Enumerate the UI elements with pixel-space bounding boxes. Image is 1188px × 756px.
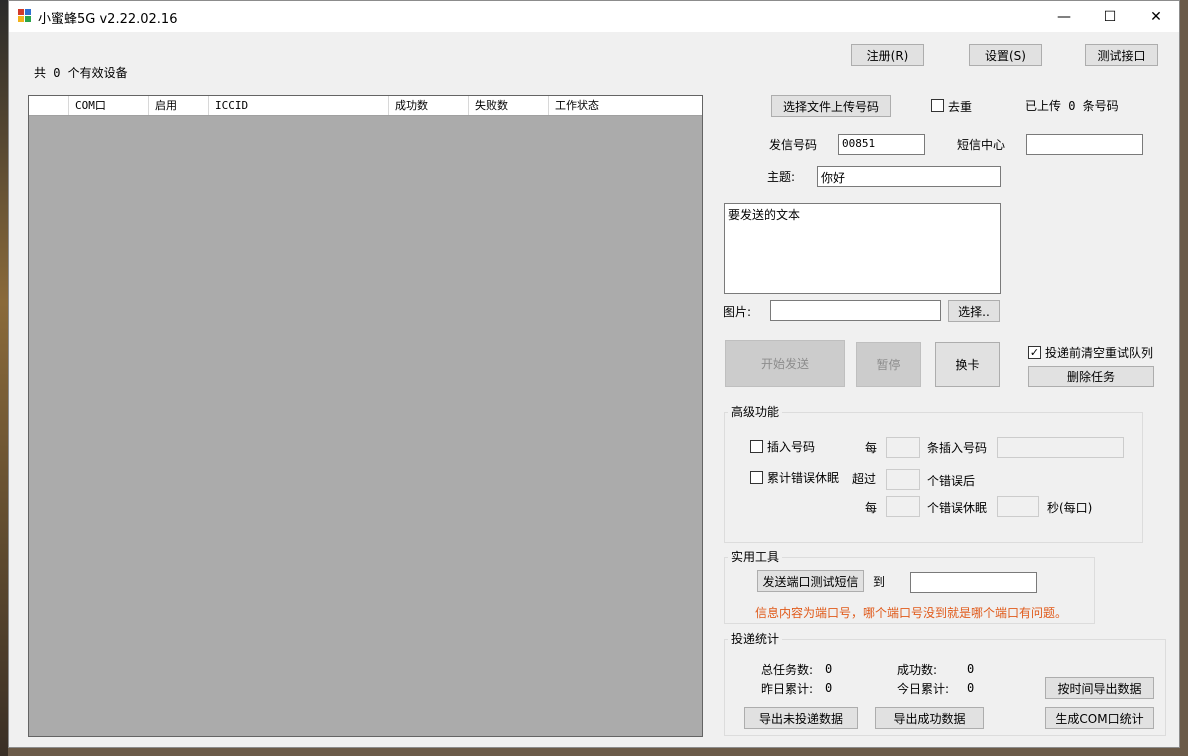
- exceed-label: 超过: [852, 472, 877, 486]
- choose-image-button[interactable]: 选择..: [948, 300, 1000, 322]
- total-tasks-label: 总任务数:: [761, 663, 814, 677]
- sender-number-input[interactable]: 00851: [838, 134, 925, 155]
- today-value: 0: [967, 681, 975, 695]
- clear-queue-checkbox[interactable]: ✓: [1028, 346, 1041, 359]
- uploaded-status: 已上传 0 条号码: [1025, 99, 1119, 113]
- delete-task-button[interactable]: 删除任务: [1028, 366, 1154, 387]
- yesterday-value: 0: [825, 681, 833, 695]
- sleep-seconds-input[interactable]: [997, 496, 1039, 517]
- minimize-button[interactable]: —: [1041, 1, 1087, 32]
- grid-col-com[interactable]: COM口: [69, 96, 149, 115]
- switch-card-button[interactable]: 换卡: [935, 342, 1000, 387]
- error-sleep-checkbox[interactable]: [750, 471, 763, 484]
- test-target-input[interactable]: [910, 572, 1037, 593]
- success-count-value: 0: [967, 662, 975, 676]
- register-button[interactable]: 注册(R): [851, 44, 924, 66]
- device-grid[interactable]: COM口 启用 ICCID 成功数 失败数 工作状态: [28, 95, 703, 737]
- upload-numbers-button[interactable]: 选择文件上传号码: [771, 95, 891, 117]
- exceed-errors-input[interactable]: [886, 469, 920, 490]
- grid-col-status[interactable]: 工作状态: [549, 96, 702, 115]
- after-errors-label: 个错误后: [927, 474, 976, 488]
- export-undelivered-button[interactable]: 导出未投递数据: [744, 707, 858, 729]
- insert-number-input[interactable]: [997, 437, 1124, 458]
- settings-button[interactable]: 设置(S): [969, 44, 1042, 66]
- generate-com-stats-button[interactable]: 生成COM口统计: [1045, 707, 1154, 729]
- error-sleep-label: 累计错误休眠: [767, 471, 840, 485]
- sms-center-label: 短信中心: [957, 138, 1006, 152]
- check-icon: ✓: [1029, 346, 1040, 359]
- stats-title: 投递统计: [728, 630, 783, 647]
- test-api-button[interactable]: 测试接口: [1085, 44, 1158, 66]
- every2-label: 每: [865, 501, 878, 515]
- sms-center-input[interactable]: [1026, 134, 1143, 155]
- yesterday-label: 昨日累计:: [761, 682, 814, 696]
- image-path-input[interactable]: [770, 300, 941, 321]
- clear-queue-label: 投递前清空重试队列: [1045, 346, 1154, 360]
- app-window: 小蜜蜂5G v2.22.02.16 — ☐ ✕ 注册(R) 设置(S) 测试接口…: [8, 0, 1180, 748]
- insert-interval-input[interactable]: [886, 437, 920, 458]
- desktop-background: [0, 0, 8, 756]
- sender-label: 发信号码: [769, 138, 818, 152]
- grid-col-iccid[interactable]: ICCID: [209, 96, 389, 115]
- grid-col-select[interactable]: [29, 96, 69, 115]
- message-textarea[interactable]: 要发送的文本: [724, 203, 1001, 294]
- subject-input[interactable]: 你好: [817, 166, 1001, 187]
- export-by-time-button[interactable]: 按时间导出数据: [1045, 677, 1154, 699]
- dedupe-checkbox[interactable]: [931, 99, 944, 112]
- window-title: 小蜜蜂5G v2.22.02.16: [38, 12, 178, 27]
- seconds-label: 秒(每口): [1047, 501, 1093, 515]
- maximize-button[interactable]: ☐: [1087, 1, 1133, 32]
- errors-sleep-label: 个错误休眠: [927, 501, 988, 515]
- tools-hint: 信息内容为端口号，哪个端口号没到就是哪个端口有问题。: [755, 606, 1068, 620]
- insert-after-label: 条插入号码: [927, 441, 988, 455]
- image-label: 图片:: [723, 305, 752, 319]
- every-label: 每: [865, 441, 878, 455]
- pause-button[interactable]: 暂停: [856, 342, 921, 387]
- total-tasks-value: 0: [825, 662, 833, 676]
- title-bar: 小蜜蜂5G v2.22.02.16 — ☐ ✕: [9, 1, 1179, 32]
- grid-col-fail[interactable]: 失败数: [469, 96, 549, 115]
- grid-header: COM口 启用 ICCID 成功数 失败数 工作状态: [29, 96, 702, 116]
- close-button[interactable]: ✕: [1133, 1, 1179, 32]
- subject-label: 主题:: [767, 170, 796, 184]
- advanced-title: 高级功能: [728, 403, 783, 420]
- sleep-errors-input[interactable]: [886, 496, 920, 517]
- success-count-label: 成功数:: [897, 663, 938, 677]
- insert-number-checkbox[interactable]: [750, 440, 763, 453]
- grid-col-success[interactable]: 成功数: [389, 96, 469, 115]
- send-test-sms-button[interactable]: 发送端口测试短信: [757, 570, 864, 592]
- export-success-button[interactable]: 导出成功数据: [875, 707, 984, 729]
- today-label: 今日累计:: [897, 682, 950, 696]
- start-send-button[interactable]: 开始发送: [725, 340, 845, 387]
- dedupe-label: 去重: [948, 100, 973, 114]
- app-icon: [18, 9, 32, 23]
- tools-title: 实用工具: [728, 548, 783, 565]
- grid-col-enabled[interactable]: 启用: [149, 96, 209, 115]
- insert-number-label: 插入号码: [767, 440, 816, 454]
- to-label: 到: [873, 575, 886, 589]
- device-count: 共 0 个有效设备: [34, 66, 128, 80]
